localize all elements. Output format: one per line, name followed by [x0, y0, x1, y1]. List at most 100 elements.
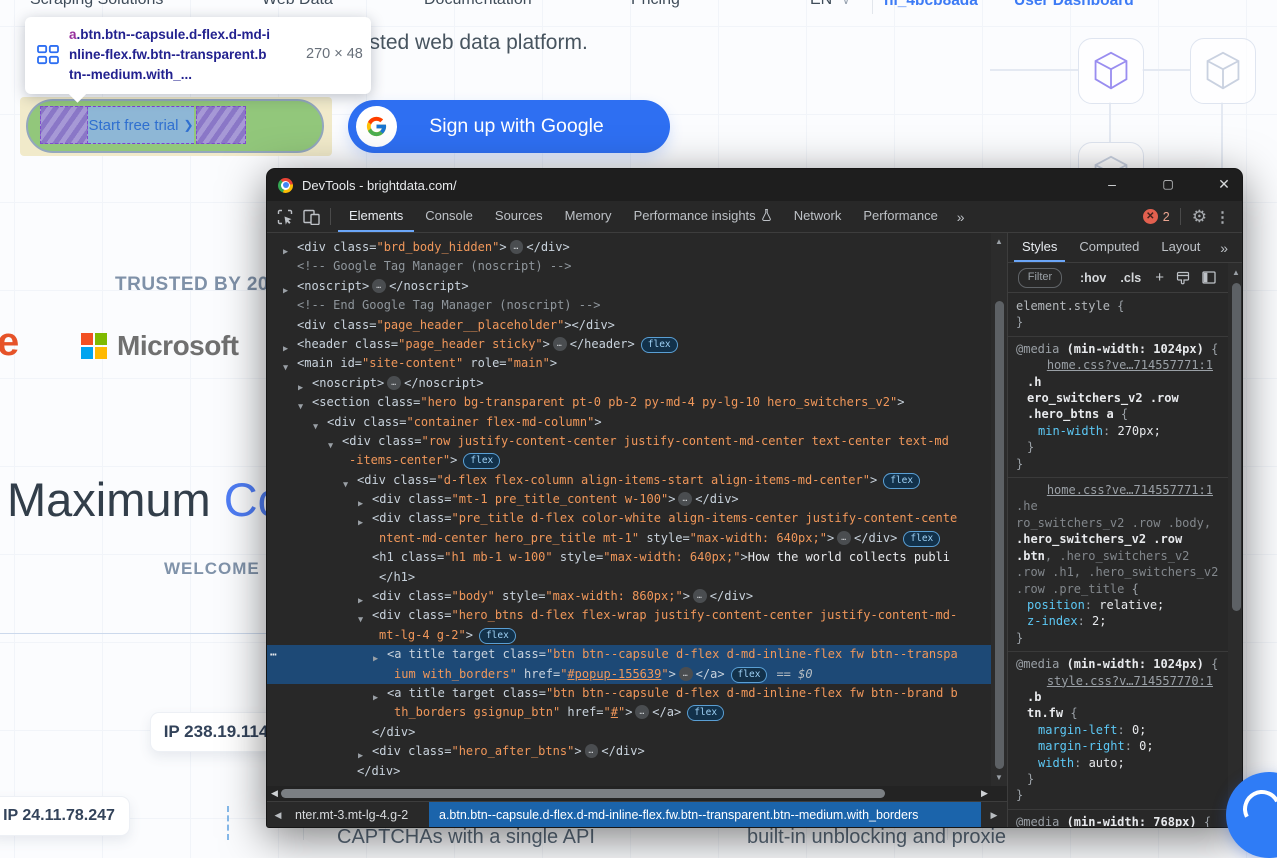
scrollbar-thumb[interactable] [1232, 283, 1241, 611]
dom-tree-node[interactable]: <!-- Google Tag Manager (noscript) --> [267, 257, 991, 276]
expand-ellipsis[interactable]: … [372, 279, 386, 293]
style-rule-line[interactable]: .row .pre_title { [1008, 581, 1229, 597]
flex-badge[interactable]: flex [731, 667, 768, 683]
dom-tree-node[interactable]: -items-center">flex [267, 451, 991, 470]
style-rule-line[interactable]: margin-right: 0; [1008, 738, 1229, 754]
google-signup-button[interactable]: Sign up with Google [348, 100, 670, 153]
flex-badge[interactable]: flex [479, 628, 516, 644]
nav-documentation[interactable]: Documentation [424, 0, 532, 9]
dom-tree-node[interactable]: ▶<a title target class="btn btn--capsule… [267, 684, 991, 703]
dom-tree-node[interactable]: ▶<noscript>…</noscript> [267, 374, 991, 393]
dom-tree-node[interactable]: ▶<div class="mt-1 pre_title_content w-10… [267, 490, 991, 509]
dom-tree-node[interactable]: ▶<div class="hero_after_btns">…</div> [267, 742, 991, 761]
stylesheet-link[interactable]: home.css?ve…714557771:1 [1047, 358, 1213, 372]
dom-tree-node[interactable]: ▼<div class="container flex-md-column"> [267, 413, 991, 432]
scroll-up-icon[interactable]: ▲ [1228, 268, 1243, 277]
flex-badge[interactable]: flex [883, 473, 920, 489]
expand-ellipsis[interactable]: … [510, 240, 524, 254]
gear-icon[interactable]: ⚙ [1192, 207, 1207, 227]
kebab-menu-icon[interactable]: ⋮ [1215, 208, 1230, 226]
expand-ellipsis[interactable]: … [693, 589, 707, 603]
toggle-class-button[interactable]: .cls [1120, 271, 1141, 285]
expand-ellipsis[interactable]: … [585, 744, 599, 758]
style-rule-line[interactable]: home.css?ve…714557771:1 [1008, 482, 1229, 498]
stylesheet-link[interactable]: home.css?ve…714557771:1 [1047, 483, 1213, 497]
style-rule-line[interactable]: } [1008, 771, 1229, 787]
dom-tree-node[interactable]: ntent-md-center hero_pre_title mt-1" sty… [267, 529, 991, 548]
flex-badge[interactable]: flex [687, 705, 724, 721]
style-rule-line[interactable]: } [1008, 314, 1229, 330]
device-toolbar-icon[interactable] [303, 209, 320, 225]
dom-tree-node[interactable]: <!-- End Google Tag Manager (noscript) -… [267, 296, 991, 315]
toggle-hover-state-button[interactable]: :hov [1080, 271, 1106, 285]
style-rule-line[interactable]: min-width: 270px; [1008, 423, 1229, 439]
sidebar-tab-computed[interactable]: Computed [1071, 233, 1147, 262]
style-rule-line[interactable]: ro_switchers_v2 .row .body, [1008, 515, 1229, 531]
style-rule-line[interactable]: .h [1008, 374, 1229, 390]
expand-ellipsis[interactable]: … [553, 337, 567, 351]
dom-tree-node[interactable]: ▶<header class="page_header sticky">…</h… [267, 335, 991, 354]
devtools-tab-sources[interactable]: Sources [484, 201, 554, 232]
maximize-button[interactable]: ▢ [1153, 169, 1183, 201]
expand-ellipsis[interactable]: … [679, 667, 693, 681]
dom-tree-node[interactable]: ▶<div class="pre_title d-flex color-whit… [267, 509, 991, 528]
more-tabs-button[interactable]: » [949, 209, 973, 225]
style-rule-line[interactable]: .b [1008, 689, 1229, 705]
paint-brush-icon[interactable] [1176, 271, 1190, 285]
devtools-tab-memory[interactable]: Memory [554, 201, 623, 232]
stylesheet-link[interactable]: style.css?v…714557770:1 [1047, 674, 1213, 688]
breadcrumb-right-icon[interactable]: ▶ [983, 802, 1005, 828]
elements-horizontal-scrollbar[interactable]: ◀ ▶ [267, 786, 1007, 801]
style-rule-line[interactable]: tn.fw { [1008, 705, 1229, 721]
breadcrumb-item-selected[interactable]: a.btn.btn--capsule.d-flex.d-md-inline-fl… [429, 802, 981, 828]
style-rule-line[interactable]: } [1008, 439, 1229, 455]
devtools-tab-performance-insights[interactable]: Performance insights [623, 201, 783, 232]
devtools-tab-console[interactable]: Console [414, 201, 484, 232]
style-rule-line[interactable]: width: auto; [1008, 755, 1229, 771]
nav-user-dashboard[interactable]: User Dashboard [1014, 0, 1134, 10]
dom-tree-node[interactable]: ▼<main id="site-content" role="main"> [267, 354, 991, 373]
style-rule-line[interactable]: .he [1008, 498, 1229, 514]
style-rule-line[interactable]: } [1008, 630, 1229, 646]
dom-tree-node[interactable]: ium with_borders" href="#popup-155639">…… [267, 665, 991, 684]
expand-ellipsis[interactable]: … [387, 376, 401, 390]
minimize-button[interactable]: – [1097, 169, 1127, 201]
dom-tree-node[interactable]: ▶⋯<a title target class="btn btn--capsul… [267, 645, 991, 664]
dom-tree-node[interactable]: <h1 class="h1 mb-1 w-100" style="max-wid… [267, 548, 991, 567]
scroll-right-icon[interactable]: ▶ [981, 788, 988, 799]
nav-pricing[interactable]: Pricing [631, 0, 680, 9]
nav-web-data[interactable]: Web Data [262, 0, 333, 9]
styles-filter-input[interactable]: Filter [1018, 268, 1062, 288]
style-rule-line[interactable]: home.css?ve…714557771:1 [1008, 357, 1229, 373]
styles-vertical-scrollbar[interactable]: ▲ ▼ [1228, 263, 1243, 828]
scroll-left-icon[interactable]: ◀ [271, 788, 278, 799]
dom-tree-node[interactable]: th_borders gsignup_btn" href="#">…</a>fl… [267, 703, 991, 722]
close-button[interactable]: ✕ [1209, 169, 1239, 201]
new-style-rule-icon[interactable]: + [1155, 269, 1164, 286]
dom-tree-node[interactable]: </div> [267, 723, 991, 742]
dom-tree-node[interactable]: ▶<div class="body" style="max-width: 860… [267, 587, 991, 606]
node-menu-icon[interactable]: ⋯ [270, 645, 278, 664]
style-rule-line[interactable]: } [1008, 456, 1229, 472]
dom-tree-node[interactable]: mt-lg-4 g-2">flex [267, 626, 991, 645]
style-rule-line[interactable]: z-index: 2; [1008, 613, 1229, 629]
style-rule-line[interactable]: ero_switchers_v2 .row [1008, 390, 1229, 406]
start-free-trial-button[interactable]: Start free trial ❯ [20, 97, 332, 156]
dom-tree-node[interactable]: ▼<div class="d-flex flex-column align-it… [267, 471, 991, 490]
style-rule-line[interactable]: margin-left: 0; [1008, 722, 1229, 738]
scrollbar-thumb[interactable] [995, 301, 1004, 769]
nav-language-selector[interactable]: EN [810, 0, 832, 9]
style-rule-line[interactable]: .hero_btns a { [1008, 406, 1229, 422]
dom-tree-node[interactable]: ▶<noscript>…</noscript> [267, 277, 991, 296]
style-rule-line[interactable]: @media (min-width: 1024px) { [1008, 341, 1229, 357]
breadcrumb-left-icon[interactable]: ◀ [267, 802, 289, 828]
flex-badge[interactable]: flex [641, 337, 678, 353]
style-rule-line[interactable]: style.css?v…714557770:1 [1008, 673, 1229, 689]
style-rule-line[interactable]: .row .h1, .hero_switchers_v2 [1008, 564, 1229, 580]
href-link[interactable]: #popup-155639 [567, 667, 661, 681]
devtools-tab-network[interactable]: Network [783, 201, 853, 232]
elements-vertical-scrollbar[interactable]: ▲ ▼ [991, 233, 1007, 786]
style-rule-line[interactable]: .btn, .hero_switchers_v2 [1008, 548, 1229, 564]
href-link[interactable]: # [611, 705, 618, 719]
devtools-titlebar[interactable]: DevTools - brightdata.com/ – ▢ ✕ [267, 169, 1242, 201]
